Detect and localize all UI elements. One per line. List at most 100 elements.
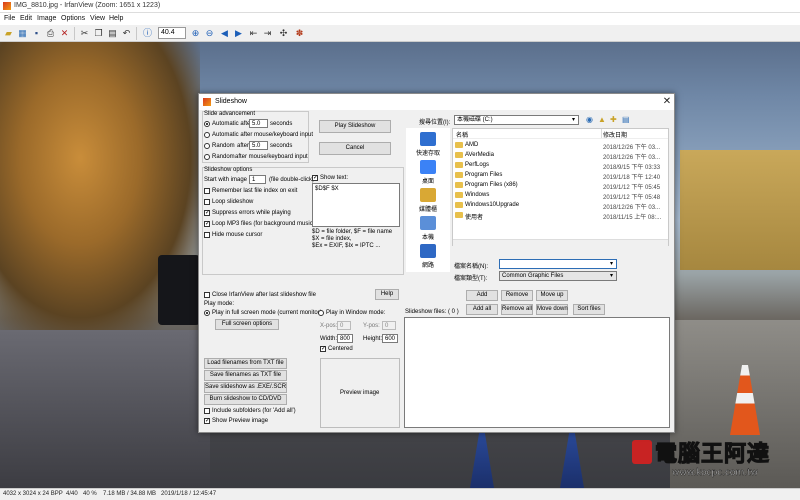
save-icon[interactable]: ▪ bbox=[31, 28, 42, 39]
list-item[interactable]: Program Files (x86) 2019/1/12 下午 05:45 bbox=[453, 181, 668, 191]
auto-mouse-radio[interactable] bbox=[204, 132, 210, 138]
show-text-checkbox[interactable]: ✓ bbox=[312, 175, 318, 181]
remove-all-button[interactable]: Remove all bbox=[501, 304, 533, 315]
view-menu-icon[interactable]: ▤ bbox=[622, 115, 630, 124]
irfanview-logo-icon[interactable]: ✽ bbox=[294, 28, 305, 39]
remove-button[interactable]: Remove bbox=[501, 290, 533, 301]
save-exe-button[interactable]: Save slideshow as .EXE/.SCR bbox=[204, 382, 287, 393]
file-list[interactable]: 名稱 修改日期 AMD 2018/12/26 下午 03... AVerMedi… bbox=[452, 128, 669, 246]
list-item[interactable]: Windows10Upgrade 2018/12/26 下午 03... bbox=[453, 201, 668, 211]
suppress-checkbox[interactable]: ✓ bbox=[204, 210, 210, 216]
photo-road bbox=[0, 330, 210, 488]
place-network[interactable]: 網路 bbox=[406, 260, 450, 269]
xpos-input[interactable]: 0 bbox=[337, 321, 351, 330]
horizontal-scrollbar[interactable] bbox=[453, 239, 668, 246]
show-preview-checkbox[interactable]: ✓ bbox=[204, 418, 210, 424]
sort-files-button[interactable]: Sort files bbox=[573, 304, 605, 315]
chevron-down-icon[interactable]: ▾ bbox=[610, 272, 613, 279]
previous-icon[interactable]: ◀ bbox=[219, 28, 230, 39]
zoom-out-icon[interactable]: ⊖ bbox=[204, 28, 215, 39]
new-folder-icon[interactable]: ✚ bbox=[610, 115, 617, 124]
list-item[interactable]: 使用者 2018/11/15 上午 08:... bbox=[453, 211, 668, 221]
random-after-radio[interactable] bbox=[204, 143, 210, 149]
library-icon[interactable] bbox=[420, 188, 436, 202]
include-subfolders-checkbox[interactable] bbox=[204, 408, 210, 414]
width-input[interactable]: 800 bbox=[337, 334, 353, 343]
loop-mp3-checkbox[interactable]: ✓ bbox=[204, 221, 210, 227]
desktop-icon[interactable] bbox=[420, 160, 436, 174]
slideshow-icon[interactable]: ▦ bbox=[17, 28, 28, 39]
zoom-select[interactable]: 40.4 bbox=[158, 27, 186, 39]
window-mode-radio[interactable] bbox=[318, 310, 324, 316]
height-input[interactable]: 600 bbox=[382, 334, 398, 343]
loop-checkbox[interactable] bbox=[204, 199, 210, 205]
zoom-in-icon[interactable]: ⊕ bbox=[190, 28, 201, 39]
folder-icon bbox=[455, 202, 463, 208]
menu-options[interactable]: Options bbox=[61, 15, 85, 22]
open-icon[interactable]: ▰ bbox=[3, 28, 14, 39]
auto-after-radio[interactable] bbox=[204, 121, 210, 127]
computer-icon[interactable] bbox=[420, 216, 436, 230]
list-item[interactable]: AMD 2018/12/26 下午 03... bbox=[453, 141, 668, 151]
cancel-button[interactable]: Cancel bbox=[319, 142, 391, 155]
add-all-button[interactable]: Add all bbox=[466, 304, 498, 315]
menu-image[interactable]: Image bbox=[37, 15, 56, 22]
play-slideshow-button[interactable]: Play Slideshow bbox=[319, 120, 391, 133]
chevron-down-icon[interactable]: ▾ bbox=[610, 260, 613, 267]
quick-access-icon[interactable] bbox=[420, 132, 436, 146]
start-index-input[interactable]: 1 bbox=[249, 175, 266, 184]
back-icon[interactable]: ◉ bbox=[586, 115, 593, 124]
first-file-icon[interactable]: ⇤ bbox=[248, 28, 259, 39]
menu-view[interactable]: View bbox=[90, 15, 105, 22]
menu-file[interactable]: File bbox=[4, 15, 15, 22]
burn-cd-button[interactable]: Burn slideshow to CD/DVD bbox=[204, 394, 287, 405]
delete-icon[interactable]: ✕ bbox=[59, 28, 70, 39]
full-screen-options-button[interactable]: Full screen options bbox=[215, 319, 279, 330]
filename-input[interactable] bbox=[499, 259, 617, 269]
play-mode-heading: Play mode: bbox=[204, 301, 235, 307]
last-file-icon[interactable]: ⇥ bbox=[262, 28, 273, 39]
lookin-select[interactable]: 本機磁碟 (C:) bbox=[454, 115, 579, 125]
cut-icon[interactable]: ✂ bbox=[79, 28, 90, 39]
list-item[interactable]: Windows 2019/1/12 下午 05:48 bbox=[453, 191, 668, 201]
paste-icon[interactable]: ▤ bbox=[107, 28, 118, 39]
slideshow-files-list[interactable] bbox=[404, 317, 670, 428]
random-mouse-radio[interactable] bbox=[204, 154, 210, 160]
print-icon[interactable]: ⎙ bbox=[45, 28, 56, 39]
ypos-input[interactable]: 0 bbox=[382, 321, 396, 330]
next-icon[interactable]: ▶ bbox=[233, 28, 244, 39]
list-item[interactable]: PerfLogs 2018/9/15 下午 03:33 bbox=[453, 161, 668, 171]
list-item[interactable]: AVerMedia 2018/12/26 下午 03... bbox=[453, 151, 668, 161]
undo-icon[interactable]: ↶ bbox=[121, 28, 132, 39]
save-txt-button[interactable]: Save filenames as TXT file bbox=[204, 370, 287, 381]
add-button[interactable]: Add bbox=[466, 290, 498, 301]
up-folder-icon[interactable]: ▲ bbox=[598, 115, 606, 124]
help-button[interactable]: Help bbox=[375, 289, 399, 300]
menu-help[interactable]: Help bbox=[109, 15, 123, 22]
place-computer[interactable]: 本機 bbox=[406, 232, 450, 241]
random-seconds-input[interactable]: 5.0 bbox=[249, 141, 268, 150]
move-up-button[interactable]: Move up bbox=[536, 290, 568, 301]
close-after-checkbox[interactable] bbox=[204, 292, 210, 298]
close-icon[interactable]: ✕ bbox=[661, 96, 673, 108]
load-txt-button[interactable]: Load filenames from TXT file bbox=[204, 358, 287, 369]
filetype-select[interactable]: Common Graphic Files bbox=[499, 271, 617, 281]
info-icon[interactable]: ⓘ bbox=[142, 28, 153, 39]
move-down-button[interactable]: Move down bbox=[536, 304, 568, 315]
place-quick-access[interactable]: 快速存取 bbox=[406, 148, 450, 157]
remember-checkbox[interactable] bbox=[204, 188, 210, 194]
network-icon[interactable] bbox=[420, 244, 436, 258]
show-text-input[interactable]: $D$F $X bbox=[312, 183, 400, 227]
list-item[interactable]: Program Files 2019/1/18 下午 12:40 bbox=[453, 171, 668, 181]
chevron-down-icon[interactable]: ▾ bbox=[572, 116, 575, 123]
copy-icon[interactable]: ❐ bbox=[93, 28, 104, 39]
settings-icon[interactable]: ✣ bbox=[278, 28, 289, 39]
menu-edit[interactable]: Edit bbox=[20, 15, 32, 22]
full-screen-radio[interactable] bbox=[204, 310, 210, 316]
place-library[interactable]: 媒體櫃 bbox=[406, 204, 450, 213]
dialog-titlebar: Slideshow ✕ bbox=[199, 94, 674, 110]
centered-checkbox[interactable]: ✓ bbox=[320, 346, 326, 352]
place-desktop[interactable]: 桌面 bbox=[406, 176, 450, 185]
auto-seconds-input[interactable]: 5.0 bbox=[249, 119, 268, 128]
hide-cursor-checkbox[interactable] bbox=[204, 232, 210, 238]
